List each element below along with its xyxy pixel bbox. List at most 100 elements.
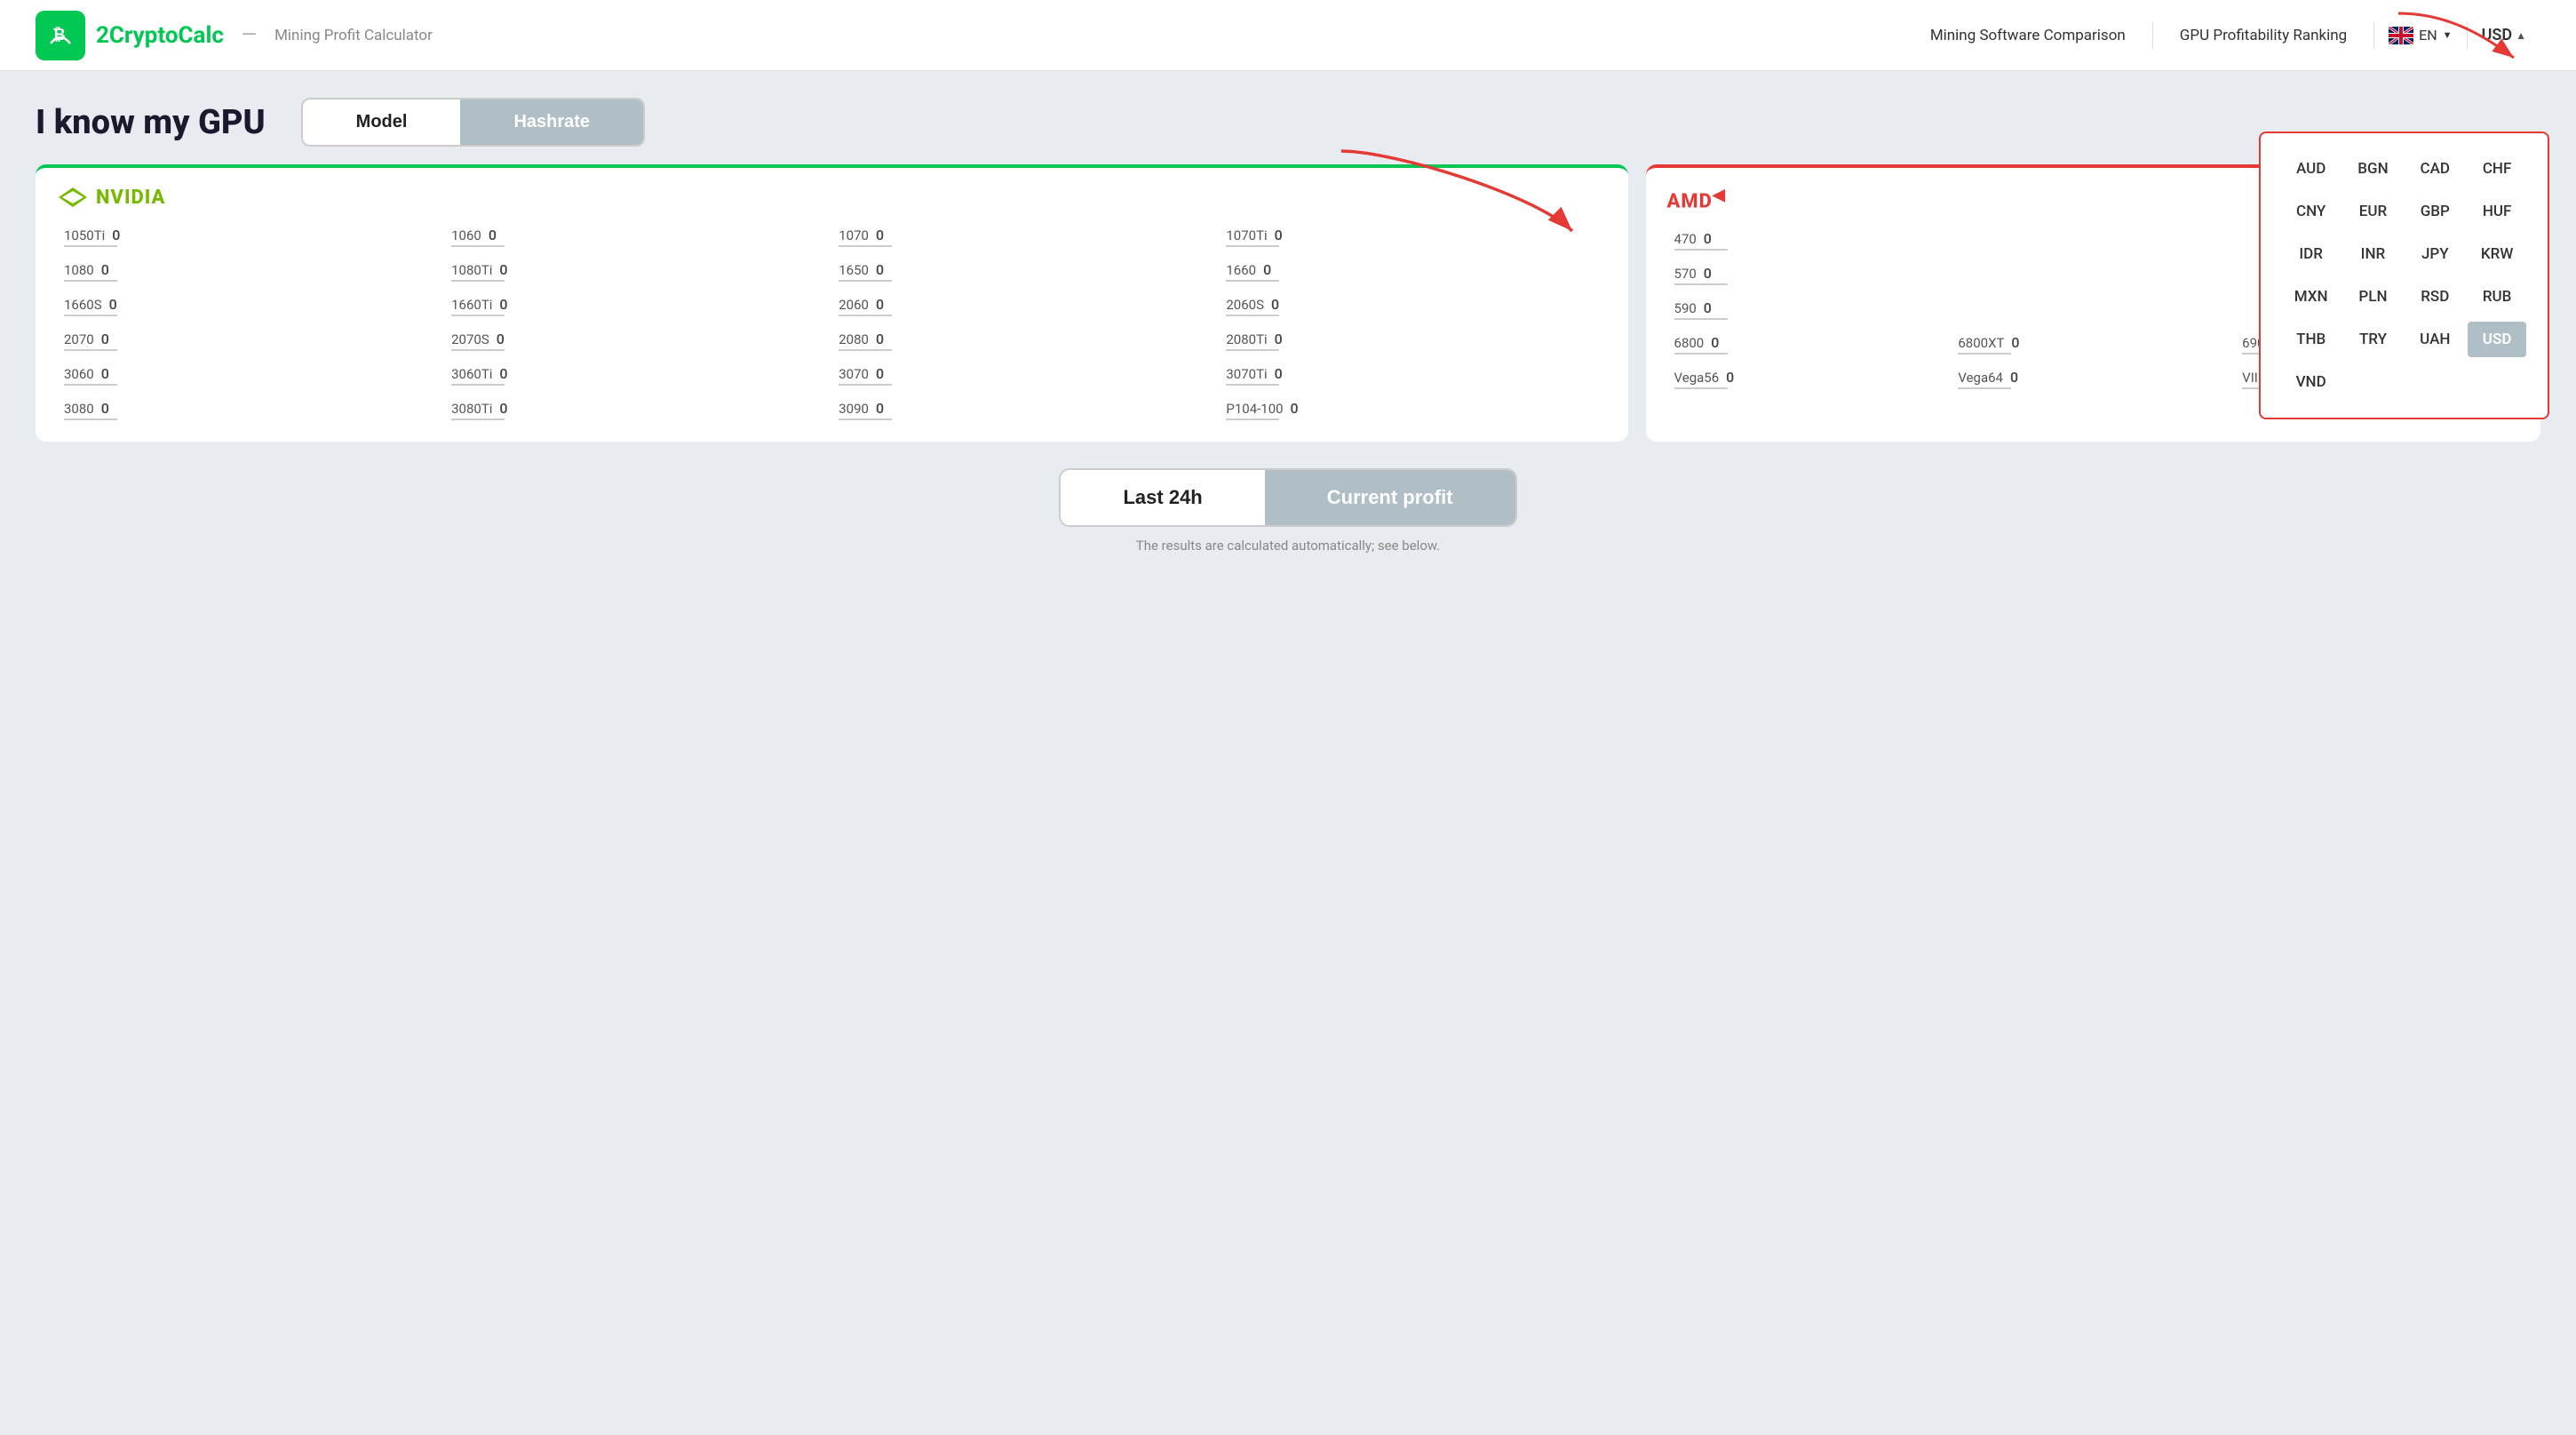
- gpu-count-row: 1070Ti 0: [1226, 227, 1599, 243]
- gpu-underline: [1226, 315, 1279, 316]
- currency-arrow: ▲: [2516, 29, 2526, 42]
- gpu-item: Vega56 0: [1667, 365, 1952, 393]
- nvidia-brand: NVIDIA: [57, 186, 1607, 209]
- gpu-count-row: P104-100 0: [1226, 400, 1599, 417]
- gpu-underline: [451, 315, 505, 316]
- currency-item-jpy[interactable]: JPY: [2405, 236, 2464, 272]
- gpu-name: VII: [2242, 370, 2258, 386]
- gpu-underline: [1226, 419, 1279, 420]
- gpu-underline: [839, 280, 892, 282]
- gpu-name: 3070: [839, 366, 869, 382]
- gpu-item: 2080Ti 0: [1219, 327, 1606, 355]
- language-button[interactable]: EN ▼: [2374, 27, 2466, 44]
- currency-item-cny[interactable]: CNY: [2282, 194, 2341, 229]
- gpu-name: 570: [1674, 266, 1697, 282]
- gpu-count: 0: [108, 227, 120, 243]
- gpu-count-row: 2080 0: [839, 331, 1212, 347]
- currency-item-pln[interactable]: PLN: [2344, 279, 2403, 315]
- logo[interactable]: ₿ 2CryptoCalc — Mining Profit Calculator: [36, 11, 433, 60]
- currency-item-usd[interactable]: USD: [2468, 322, 2526, 357]
- gpu-count-row: 2060 0: [839, 296, 1212, 313]
- gpu-name: 2070: [64, 331, 94, 347]
- gpu-count: 0: [1700, 265, 1712, 282]
- nav-mining-software[interactable]: Mining Software Comparison: [1904, 27, 2152, 44]
- nvidia-icon: [57, 186, 89, 209]
- gpu-underline: [64, 280, 117, 282]
- header-nav: Mining Software Comparison GPU Profitabi…: [1904, 22, 2540, 49]
- tab-hashrate[interactable]: Hashrate: [460, 100, 643, 145]
- currency-item-gbp[interactable]: GBP: [2405, 194, 2464, 229]
- gpu-name: 1070Ti: [1226, 227, 1267, 243]
- nav-gpu-ranking[interactable]: GPU Profitability Ranking: [2153, 27, 2373, 44]
- gpu-count: 0: [1287, 400, 1299, 417]
- gpu-underline: [1674, 318, 1728, 320]
- gpu-item: 2060 0: [831, 292, 1219, 320]
- gpu-count: 0: [1271, 227, 1283, 243]
- gpu-count: 0: [1707, 334, 1719, 351]
- currency-item-idr[interactable]: IDR: [2282, 236, 2341, 272]
- gpu-name: 6800: [1674, 335, 1705, 351]
- currency-item-thb[interactable]: THB: [2282, 322, 2341, 357]
- tab-model[interactable]: Model: [303, 100, 461, 145]
- gpu-item: 1660S 0: [57, 292, 444, 320]
- gpu-count: 0: [2007, 369, 2018, 386]
- nvidia-gpu-grid: 1050Ti 0 1060 0 1070 0 1070Ti 0: [57, 223, 1607, 424]
- main-content: I know my GPU Model Hashrate NVIDIA 1050…: [0, 71, 2576, 580]
- currency-item-inr[interactable]: INR: [2344, 236, 2403, 272]
- gpu-item: 1660Ti 0: [444, 292, 831, 320]
- gpu-count-row: 2070 0: [64, 331, 437, 347]
- gpu-item: 1070 0: [831, 223, 1219, 251]
- gpu-underline: [1226, 349, 1279, 351]
- gpu-name: 1070: [839, 227, 869, 243]
- gpu-underline: [1674, 387, 1728, 389]
- currency-item-cad[interactable]: CAD: [2405, 151, 2464, 187]
- gpu-count-row: 1660 0: [1226, 261, 1599, 278]
- gpu-underline: [64, 419, 117, 420]
- currency-item-uah[interactable]: UAH: [2405, 322, 2464, 357]
- gpu-item: 3080Ti 0: [444, 396, 831, 424]
- gpu-item: 1080Ti 0: [444, 258, 831, 285]
- currency-item-chf[interactable]: CHF: [2468, 151, 2526, 187]
- tab-last-24h[interactable]: Last 24h: [1061, 470, 1264, 525]
- bottom-note: The results are calculated automatically…: [1136, 538, 1440, 554]
- gpu-item: [1951, 296, 2235, 323]
- gpu-name: 1660: [1226, 262, 1256, 278]
- gpu-count: 0: [1722, 369, 1734, 386]
- currency-item-krw[interactable]: KRW: [2468, 236, 2526, 272]
- gpu-count-row: 2060S 0: [1226, 296, 1599, 313]
- gpu-item: 3070Ti 0: [1219, 362, 1606, 389]
- currency-item-bgn[interactable]: BGN: [2344, 151, 2403, 187]
- gpu-item: 2060S 0: [1219, 292, 1606, 320]
- gpu-item: 1650 0: [831, 258, 1219, 285]
- gpu-count-row: Vega64 0: [1958, 369, 2228, 386]
- currency-item-rsd[interactable]: RSD: [2405, 279, 2464, 315]
- gpu-item: 3060 0: [57, 362, 444, 389]
- currency-item-aud[interactable]: AUD: [2282, 151, 2341, 187]
- bottom-section: Last 24h Current profit The results are …: [36, 468, 2540, 554]
- gpu-underline: [451, 384, 505, 386]
- gpu-underline: [1674, 249, 1728, 251]
- gpu-item: 3090 0: [831, 396, 1219, 424]
- currency-item-eur[interactable]: EUR: [2344, 194, 2403, 229]
- gpu-count-row: 3060 0: [64, 365, 437, 382]
- gpu-name: 1660Ti: [451, 297, 492, 313]
- gpu-count-row: 2080Ti 0: [1226, 331, 1599, 347]
- currency-button[interactable]: USD ▲: [2468, 26, 2540, 44]
- gpu-count-row: 1650 0: [839, 261, 1212, 278]
- currency-item-vnd[interactable]: VND: [2282, 364, 2341, 400]
- gpu-name: 1060: [451, 227, 481, 243]
- currency-item-try[interactable]: TRY: [2344, 322, 2403, 357]
- currency-item-mxn[interactable]: MXN: [2282, 279, 2341, 315]
- lang-label: EN: [2419, 27, 2437, 44]
- gpu-name: 3070Ti: [1226, 366, 1267, 382]
- logo-name: 2CryptoCalc: [96, 22, 224, 49]
- gpu-count-row: 3080 0: [64, 400, 437, 417]
- gpu-count: 0: [1260, 261, 1271, 278]
- gpu-count-row: Vega56 0: [1674, 369, 1944, 386]
- currency-item-rub[interactable]: RUB: [2468, 279, 2526, 315]
- tab-current-profit[interactable]: Current profit: [1265, 470, 1515, 525]
- currency-item-huf[interactable]: HUF: [2468, 194, 2526, 229]
- model-hashrate-tabs: Model Hashrate: [301, 98, 645, 147]
- gpu-name: 1080Ti: [451, 262, 492, 278]
- gpu-underline: [1674, 353, 1728, 355]
